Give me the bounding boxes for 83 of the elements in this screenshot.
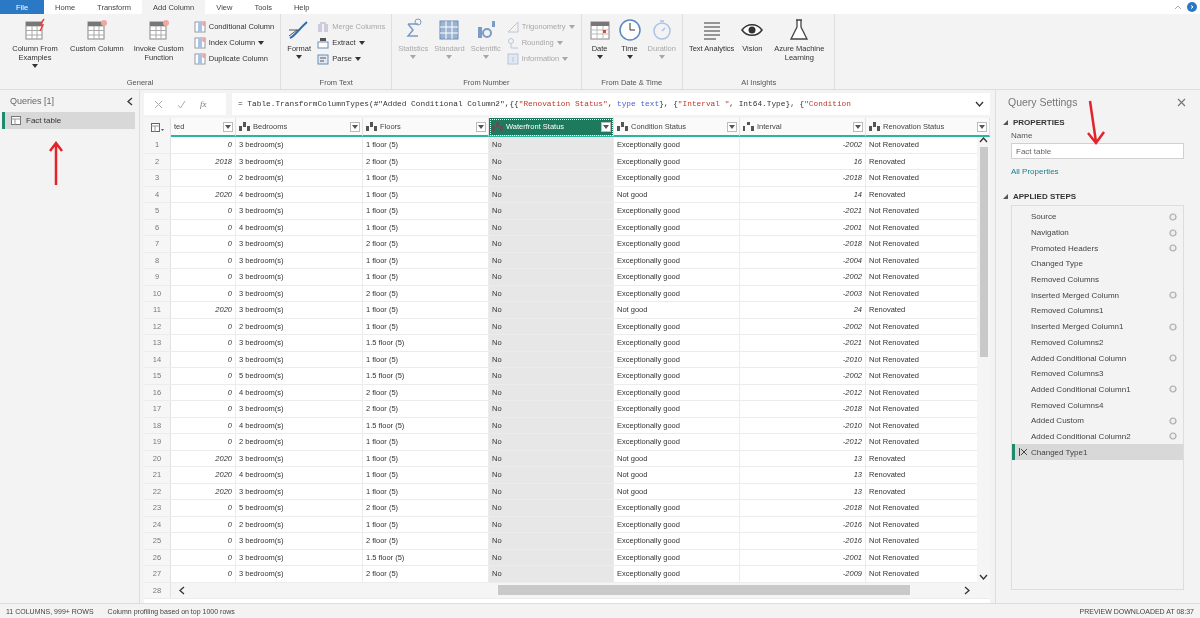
step-item[interactable]: Promoted Headers — [1012, 240, 1183, 257]
parse-icon — [317, 52, 330, 65]
scroll-left-icon — [179, 585, 185, 595]
scrollbar-thumb[interactable] — [498, 585, 911, 596]
step-item[interactable]: Added Conditional Column1 — [1012, 381, 1183, 398]
step-item[interactable]: Removed Columns1 — [1012, 303, 1183, 319]
section-heading: PROPERTIES — [1013, 118, 1065, 127]
step-item[interactable]: Added Conditional Column2 — [1012, 428, 1183, 445]
cancel-icon — [154, 99, 163, 109]
properties-link[interactable]: All Properties — [1011, 167, 1059, 176]
filter-button[interactable] — [853, 121, 863, 132]
caret-icon — [225, 124, 231, 129]
caret-icon — [855, 124, 861, 129]
table-icon — [11, 116, 21, 125]
step-item[interactable]: Source — [1012, 209, 1183, 225]
filter-button[interactable] — [727, 121, 737, 132]
scrollbar-thumb[interactable] — [979, 147, 988, 357]
table-icon — [150, 123, 164, 132]
caret-icon — [478, 124, 484, 129]
data-type-icon — [617, 122, 628, 131]
table-bolt-icon — [23, 18, 47, 42]
caret-icon — [352, 124, 358, 129]
field-label: Name — [1011, 131, 1034, 140]
merge-icon — [317, 20, 330, 33]
caret-icon — [979, 124, 985, 129]
rounding-icon — [506, 36, 519, 49]
step-item[interactable]: Inserted Merged Column1 — [1012, 318, 1183, 335]
pane-title: Query Settings — [1008, 96, 1078, 108]
step-item[interactable]: Navigation — [1012, 224, 1183, 241]
extract-icon — [317, 36, 330, 49]
data-type-icon — [743, 122, 754, 131]
table-icon — [84, 18, 109, 42]
filter-button[interactable] — [223, 121, 233, 132]
query-item[interactable]: Fact table — [2, 112, 135, 129]
gear-icon — [1169, 322, 1177, 331]
filter-button[interactable] — [601, 121, 611, 132]
step-item[interactable]: Changed Type1 — [1012, 444, 1183, 460]
grid-icon — [437, 18, 462, 42]
delete-icon — [1019, 448, 1028, 457]
column-icon — [193, 36, 206, 49]
section-heading: APPLIED STEPS — [1013, 192, 1077, 201]
scroll-down-icon — [979, 574, 988, 580]
data-type-icon — [869, 122, 880, 131]
column-icon — [193, 20, 206, 33]
table-icon — [146, 18, 171, 42]
step-item[interactable]: Removed Columns4 — [1012, 397, 1183, 413]
data-type-icon — [366, 122, 377, 131]
step-item[interactable]: Removed Columns — [1012, 271, 1183, 288]
section-toggle-icon — [1003, 194, 1008, 199]
caret-icon — [603, 124, 609, 129]
scroll-up-icon — [979, 137, 988, 143]
clock-icon — [617, 18, 642, 42]
filter-button[interactable] — [977, 121, 987, 132]
step-item[interactable]: Inserted Merged Column — [1012, 287, 1183, 304]
step-item[interactable]: Removed Columns3 — [1012, 365, 1183, 382]
function-label: fx — [200, 99, 207, 109]
step-item[interactable]: Added Conditional Column — [1012, 350, 1183, 366]
step-item[interactable]: Changed Type — [1012, 256, 1183, 272]
gear-icon — [1169, 354, 1177, 363]
caret-icon — [729, 124, 735, 129]
data-type-icon — [492, 122, 503, 131]
annotation-arrow — [48, 140, 64, 186]
data-type-icon — [239, 122, 250, 131]
filter-button[interactable] — [350, 121, 360, 132]
calendar-icon — [587, 18, 612, 42]
scroll-right-icon — [964, 585, 970, 595]
check-icon — [177, 99, 186, 109]
section-toggle-icon — [1003, 120, 1008, 125]
pane-title: Queries [1] — [10, 96, 55, 106]
step-item[interactable]: Added Custom — [1012, 412, 1183, 429]
expand-icon — [975, 101, 984, 107]
triangle-icon — [506, 20, 519, 33]
close-icon — [1177, 97, 1186, 107]
filter-button[interactable] — [476, 121, 486, 132]
annotation-arrow — [1084, 100, 1106, 146]
collapse-icon — [1174, 4, 1182, 10]
name-field[interactable]: Fact table — [1011, 143, 1184, 159]
gear-icon — [1169, 385, 1177, 394]
info-icon — [506, 52, 519, 65]
collapse-left-icon — [127, 96, 133, 106]
column-icon — [193, 52, 206, 65]
step-item[interactable]: Removed Columns2 — [1012, 334, 1183, 351]
gear-icon — [1169, 291, 1177, 300]
